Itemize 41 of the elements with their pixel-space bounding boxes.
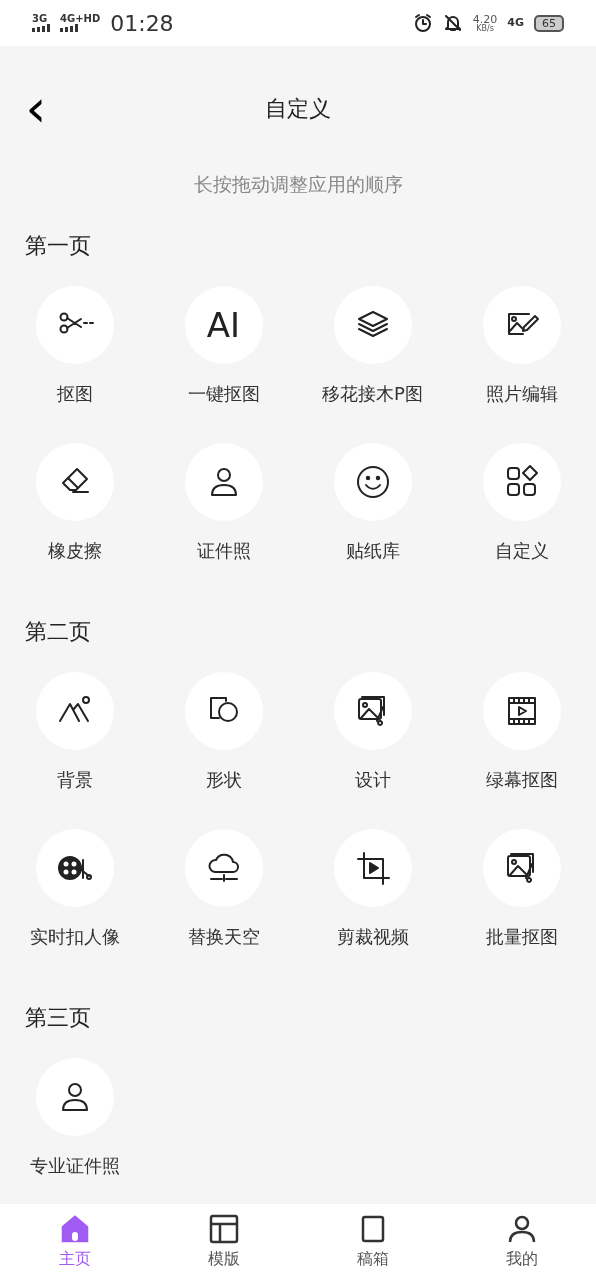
app-label: 自定义: [494, 538, 549, 563]
app-label: 贴纸库: [345, 538, 400, 563]
app-label: 专业证件照: [29, 1153, 120, 1178]
app-label: 绿幕抠图: [485, 767, 558, 792]
clock-time: 01:28: [110, 9, 174, 38]
app-icon-button[interactable]: AI: [184, 285, 263, 364]
app-label: 橡皮擦: [47, 538, 102, 563]
network-label: 4G+HD: [60, 14, 101, 24]
alarm-icon: [412, 13, 433, 33]
signal-icon: [60, 24, 78, 32]
back-button[interactable]: ‹: [18, 80, 54, 136]
network-speed: 4.20: [472, 13, 498, 25]
section-heading: 第二页: [24, 617, 92, 646]
app-label: 背景: [56, 767, 93, 792]
speed-unit: KB/s: [476, 24, 494, 33]
signal-icon: [32, 24, 50, 32]
app-label: 批量抠图: [485, 924, 558, 949]
hint-text: 长按拖动调整应用的顺序: [192, 172, 404, 197]
battery-level: 65: [534, 14, 564, 32]
app-label: 抠图: [56, 381, 93, 406]
nav-tab[interactable]: 模版: [149, 1204, 298, 1280]
app-label: 移花接木P图: [322, 381, 423, 406]
section-heading: 第一页: [24, 231, 92, 260]
app-label: 替换天空: [187, 924, 260, 949]
network-label: 3G: [32, 14, 48, 24]
page-title: 自定义: [265, 94, 331, 123]
nav-tab[interactable]: 稿箱: [298, 1204, 447, 1280]
app-label: 实时扣人像: [29, 924, 120, 949]
app-label: 形状: [205, 767, 242, 792]
muted-bell-icon: [442, 13, 463, 33]
app-label: 一键抠图: [187, 381, 260, 406]
app-label: 剪裁视频: [336, 924, 409, 949]
layout-icon: [207, 1213, 240, 1245]
app-label: 证件照: [196, 538, 251, 563]
app-label: 照片编辑: [485, 381, 558, 406]
nav-tab[interactable]: 主页: [0, 1204, 149, 1280]
nav-tab[interactable]: 我的: [447, 1204, 596, 1280]
app-label: 设计: [354, 767, 391, 792]
icon-text: AI: [206, 307, 241, 342]
section-heading: 第三页: [24, 1003, 92, 1032]
network-label: 4G: [507, 14, 524, 31]
